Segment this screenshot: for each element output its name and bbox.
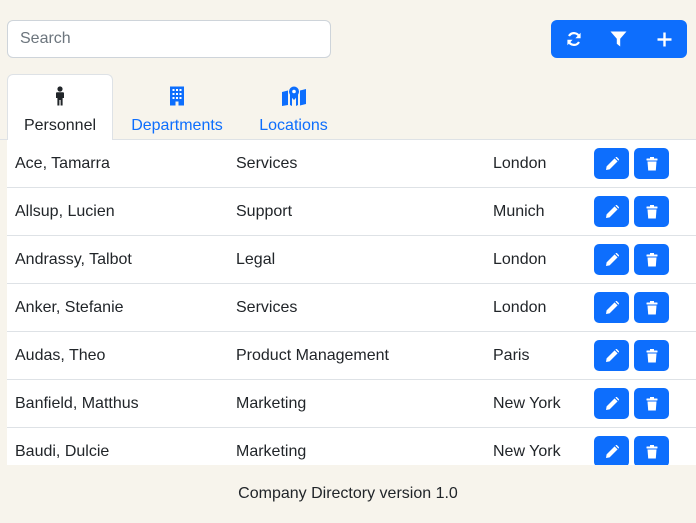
table-row[interactable]: Baudi, Dulcie Marketing New York bbox=[7, 428, 696, 465]
pencil-icon bbox=[605, 348, 619, 363]
tab-personnel[interactable]: Personnel bbox=[7, 74, 113, 141]
person-department: Services bbox=[236, 155, 298, 172]
person-name: Anker, Stefanie bbox=[15, 299, 124, 316]
edit-button[interactable] bbox=[594, 196, 629, 227]
person-location: New York bbox=[493, 443, 561, 460]
person-location: Paris bbox=[493, 347, 530, 364]
trash-icon bbox=[646, 348, 658, 363]
tab-locations-label: Locations bbox=[259, 117, 328, 134]
delete-button[interactable] bbox=[634, 196, 669, 227]
filter-icon bbox=[610, 31, 627, 47]
building-icon bbox=[169, 85, 185, 107]
table-row[interactable]: Anker, Stefanie Services London bbox=[7, 284, 696, 332]
trash-icon bbox=[646, 252, 658, 267]
search-input[interactable] bbox=[7, 20, 331, 58]
pencil-icon bbox=[605, 252, 619, 267]
edit-button[interactable] bbox=[594, 292, 629, 323]
person-name: Allsup, Lucien bbox=[15, 203, 115, 220]
refresh-icon bbox=[567, 32, 581, 46]
pencil-icon bbox=[605, 396, 619, 411]
toolbar-button-group bbox=[551, 20, 687, 58]
person-name: Andrassy, Talbot bbox=[15, 251, 132, 268]
person-location: New York bbox=[493, 395, 561, 412]
edit-button[interactable] bbox=[594, 436, 629, 465]
edit-button[interactable] bbox=[594, 244, 629, 275]
tab-bar: Personnel Departments Locations bbox=[0, 74, 696, 141]
edit-button[interactable] bbox=[594, 340, 629, 371]
edit-button[interactable] bbox=[594, 388, 629, 419]
pencil-icon bbox=[605, 204, 619, 219]
tab-personnel-label: Personnel bbox=[23, 117, 97, 134]
person-department: Marketing bbox=[236, 443, 307, 460]
table-row[interactable]: Ace, Tamarra Services London bbox=[7, 140, 696, 188]
tab-locations[interactable]: Locations bbox=[250, 74, 337, 140]
tab-departments-label: Departments bbox=[131, 117, 223, 134]
person-department: Product Management bbox=[236, 347, 389, 364]
add-button[interactable] bbox=[642, 20, 687, 58]
delete-button[interactable] bbox=[634, 436, 669, 465]
trash-icon bbox=[646, 204, 658, 219]
person-name: Baudi, Dulcie bbox=[15, 443, 110, 460]
filter-button[interactable] bbox=[596, 20, 641, 58]
table-row[interactable]: Andrassy, Talbot Legal London bbox=[7, 236, 696, 284]
delete-button[interactable] bbox=[634, 148, 669, 179]
pencil-icon bbox=[605, 156, 619, 171]
trash-icon bbox=[646, 300, 658, 315]
trash-icon bbox=[646, 156, 658, 171]
person-department: Services bbox=[236, 299, 298, 316]
table-row[interactable]: Banfield, Matthus Marketing New York bbox=[7, 380, 696, 428]
delete-button[interactable] bbox=[634, 340, 669, 371]
trash-icon bbox=[646, 396, 658, 411]
person-department: Legal bbox=[236, 251, 276, 268]
plus-icon bbox=[657, 32, 672, 46]
footer-text: Company Directory version 1.0 bbox=[238, 485, 458, 502]
pencil-icon bbox=[605, 444, 619, 459]
pencil-icon bbox=[605, 300, 619, 315]
footer: Company Directory version 1.0 bbox=[0, 465, 696, 522]
person-icon bbox=[53, 85, 67, 107]
table-row[interactable]: Audas, Theo Product Management Paris bbox=[7, 332, 696, 380]
person-name: Banfield, Matthus bbox=[15, 395, 139, 412]
edit-button[interactable] bbox=[594, 148, 629, 179]
person-department: Marketing bbox=[236, 395, 307, 412]
map-location-icon bbox=[281, 85, 307, 107]
refresh-button[interactable] bbox=[551, 20, 596, 58]
trash-icon bbox=[646, 444, 658, 459]
person-name: Audas, Theo bbox=[15, 347, 106, 364]
person-location: London bbox=[493, 155, 547, 172]
top-bar bbox=[0, 0, 696, 74]
table-row[interactable]: Allsup, Lucien Support Munich bbox=[7, 188, 696, 236]
person-location: London bbox=[493, 251, 547, 268]
tab-departments[interactable]: Departments bbox=[122, 74, 232, 140]
delete-button[interactable] bbox=[634, 388, 669, 419]
personnel-table[interactable]: Ace, Tamarra Services London Allsup, Lucien… bbox=[7, 140, 696, 465]
person-department: Support bbox=[236, 203, 293, 220]
delete-button[interactable] bbox=[634, 244, 669, 275]
delete-button[interactable] bbox=[634, 292, 669, 323]
person-name: Ace, Tamarra bbox=[15, 155, 110, 172]
person-location: London bbox=[493, 299, 547, 316]
person-location: Munich bbox=[493, 203, 545, 220]
